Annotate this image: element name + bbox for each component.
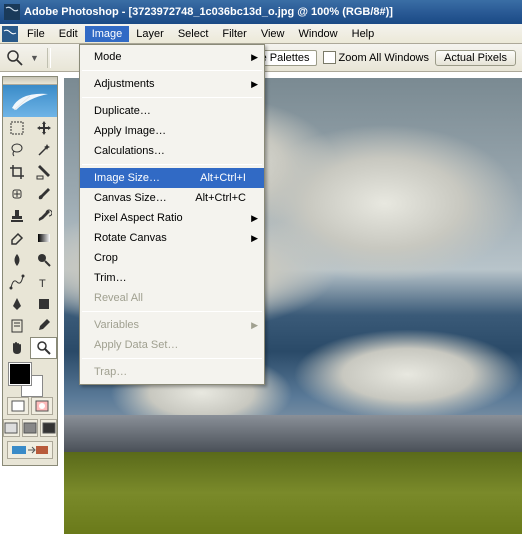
menu-trim[interactable]: Trim… (80, 268, 264, 288)
lasso-tool[interactable] (3, 139, 30, 161)
marquee-tool[interactable] (3, 117, 30, 139)
shortcut-label: Alt+Ctrl+C (195, 192, 246, 204)
submenu-arrow-icon: ▶ (251, 233, 258, 244)
svg-text:T: T (39, 278, 46, 290)
checkbox-icon (323, 51, 336, 64)
menu-view[interactable]: View (254, 26, 292, 42)
screen-full-button[interactable] (40, 419, 57, 437)
screen-standard-button[interactable] (3, 419, 20, 437)
foreground-color-swatch[interactable] (9, 363, 31, 385)
healing-tool[interactable] (3, 183, 30, 205)
history-brush-tool[interactable] (30, 205, 57, 227)
separator (47, 48, 51, 68)
wand-tool[interactable] (30, 139, 57, 161)
submenu-arrow-icon: ▶ (251, 52, 258, 63)
slice-tool[interactable] (30, 161, 57, 183)
menu-image[interactable]: Image (85, 26, 130, 42)
menu-variables: Variables▶ (80, 315, 264, 335)
menu-rotate-canvas[interactable]: Rotate Canvas▶ (80, 228, 264, 248)
zoom-tool-icon[interactable] (6, 49, 24, 67)
pen-tool[interactable] (3, 293, 30, 315)
menu-pixel-aspect-ratio[interactable]: Pixel Aspect Ratio▶ (80, 208, 264, 228)
menu-calculations[interactable]: Calculations… (80, 141, 264, 161)
menu-bar: File Edit Image Layer Select Filter View… (0, 24, 522, 44)
blur-tool[interactable] (3, 249, 30, 271)
type-tool[interactable]: T (30, 271, 57, 293)
menu-image-size[interactable]: Image Size…Alt+Ctrl+I (80, 168, 264, 188)
menu-select[interactable]: Select (171, 26, 216, 42)
path-tool[interactable] (3, 271, 30, 293)
separator (82, 311, 262, 312)
title-bar: Adobe Photoshop - [3723972748_1c036bc13d… (0, 0, 522, 24)
screen-full-menu-button[interactable] (22, 419, 39, 437)
menu-filter[interactable]: Filter (215, 26, 253, 42)
menu-layer[interactable]: Layer (129, 26, 171, 42)
notes-tool[interactable] (3, 315, 30, 337)
jump-to-imageready-button[interactable] (7, 441, 53, 459)
menu-trap: Trap… (80, 362, 264, 382)
crop-tool[interactable] (3, 161, 30, 183)
toolbox-header (3, 85, 57, 117)
submenu-arrow-icon: ▶ (251, 79, 258, 90)
toolbox-grip[interactable] (3, 77, 57, 85)
separator (82, 358, 262, 359)
dodge-tool[interactable] (30, 249, 57, 271)
chevron-down-icon[interactable]: ▼ (30, 53, 39, 63)
menu-crop[interactable]: Crop (80, 248, 264, 268)
move-tool[interactable] (30, 117, 57, 139)
color-swatches[interactable] (3, 359, 57, 395)
menu-mode[interactable]: Mode▶ (80, 47, 264, 67)
separator (82, 70, 262, 71)
menu-file[interactable]: File (20, 26, 52, 42)
menu-canvas-size[interactable]: Canvas Size…Alt+Ctrl+C (80, 188, 264, 208)
eraser-tool[interactable] (3, 227, 30, 249)
toolbox: T (2, 76, 58, 466)
submenu-arrow-icon: ▶ (251, 320, 258, 331)
submenu-arrow-icon: ▶ (251, 213, 258, 224)
brush-tool[interactable] (30, 183, 57, 205)
separator (82, 97, 262, 98)
actual-pixels-button[interactable]: Actual Pixels (435, 50, 516, 66)
quickmask-mode-button[interactable] (31, 397, 53, 415)
shape-tool[interactable] (30, 293, 57, 315)
stamp-tool[interactable] (3, 205, 30, 227)
menu-duplicate[interactable]: Duplicate… (80, 101, 264, 121)
app-menu-icon[interactable] (2, 26, 18, 42)
eyedropper-tool[interactable] (30, 315, 57, 337)
shortcut-label: Alt+Ctrl+I (200, 172, 246, 184)
standard-mode-button[interactable] (7, 397, 29, 415)
hand-tool[interactable] (3, 337, 30, 359)
menu-apply-data-set: Apply Data Set… (80, 335, 264, 355)
menu-apply-image[interactable]: Apply Image… (80, 121, 264, 141)
app-icon (4, 4, 20, 20)
zoom-all-label: Zoom All Windows (339, 52, 429, 64)
gradient-tool[interactable] (30, 227, 57, 249)
menu-window[interactable]: Window (292, 26, 345, 42)
image-menu-dropdown: Mode▶ Adjustments▶ Duplicate… Apply Imag… (79, 44, 265, 385)
menu-adjustments[interactable]: Adjustments▶ (80, 74, 264, 94)
zoom-all-windows-checkbox[interactable]: Zoom All Windows (323, 51, 429, 64)
menu-reveal-all: Reveal All (80, 288, 264, 308)
menu-help[interactable]: Help (345, 26, 382, 42)
separator (82, 164, 262, 165)
zoom-tool[interactable] (30, 337, 57, 359)
window-title: Adobe Photoshop - [3723972748_1c036bc13d… (24, 6, 393, 18)
menu-edit[interactable]: Edit (52, 26, 85, 42)
